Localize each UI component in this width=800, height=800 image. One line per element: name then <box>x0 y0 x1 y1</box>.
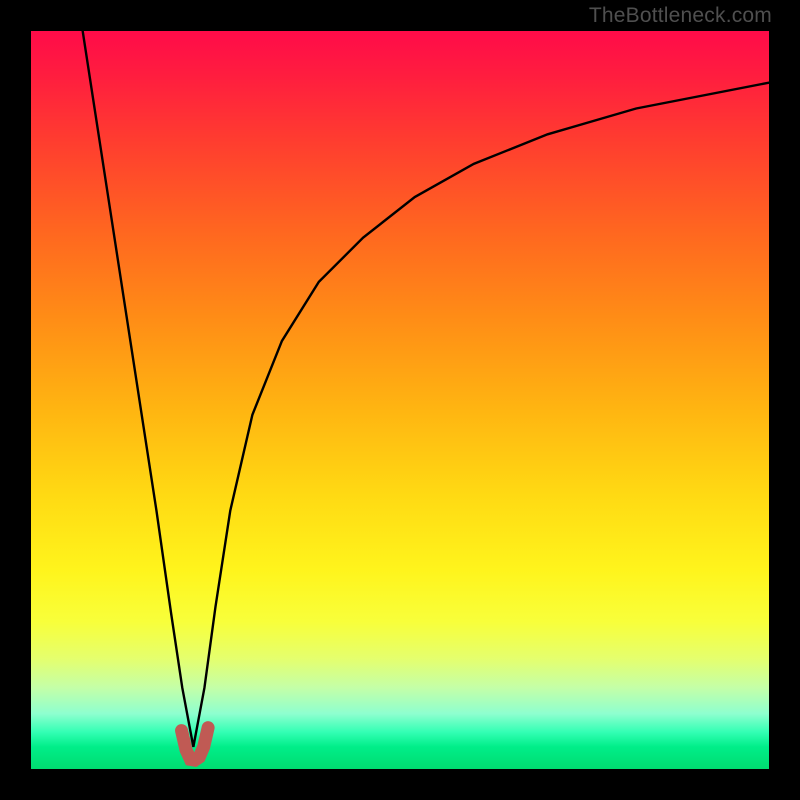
curve-layer <box>31 31 769 769</box>
chart-frame: TheBottleneck.com <box>0 0 800 800</box>
bottleneck-curve <box>83 31 769 747</box>
watermark-text: TheBottleneck.com <box>589 4 772 28</box>
plot-area <box>31 31 769 769</box>
